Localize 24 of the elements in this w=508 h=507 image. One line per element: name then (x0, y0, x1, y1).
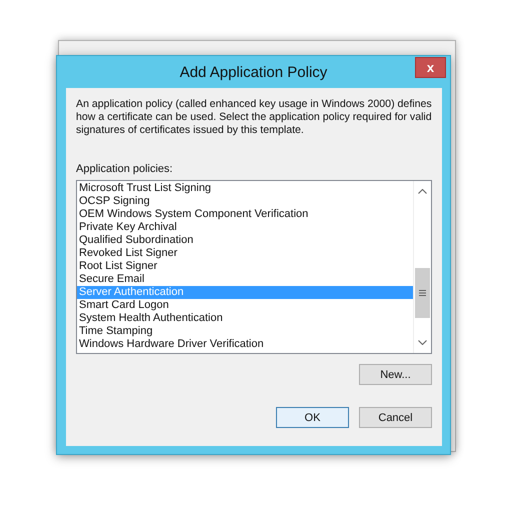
ok-button[interactable]: OK (276, 407, 349, 428)
scroll-up-icon[interactable] (418, 189, 427, 194)
scroll-thumb[interactable] (415, 268, 430, 318)
policy-item[interactable]: Windows Hardware Driver Verification (77, 338, 413, 351)
policy-item[interactable]: Root List Signer (77, 260, 413, 273)
policy-item[interactable]: Smart Card Logon (77, 299, 413, 312)
description-text: An application policy (called enhanced key usage in Windows 2000) defines how a certificate can be used. Select the application policy required for valid signatures of certificates issued by this template. (76, 98, 432, 137)
scroll-down-icon[interactable] (418, 340, 427, 345)
policy-item[interactable]: Private Key Archival (77, 221, 413, 234)
policy-item[interactable]: Qualified Subordination (77, 234, 413, 247)
list-label: Application policies: (76, 163, 174, 175)
policy-item[interactable]: Microsoft Trust List Signing (77, 182, 413, 195)
new-button[interactable]: New... (359, 364, 432, 385)
policy-item[interactable]: Revoked List Signer (77, 247, 413, 260)
cancel-button[interactable]: Cancel (359, 407, 432, 428)
policy-item[interactable]: OCSP Signing (77, 195, 413, 208)
scrollbar[interactable] (413, 181, 431, 353)
dialog-title: Add Application Policy (180, 64, 328, 80)
policy-item[interactable]: OEM Windows System Component Verification (77, 208, 413, 221)
policy-item[interactable]: Time Stamping (77, 325, 413, 338)
policy-item[interactable]: Secure Email (77, 273, 413, 286)
grip-icon (419, 290, 426, 296)
close-button[interactable]: x (415, 57, 446, 78)
policy-item[interactable]: System Health Authentication (77, 312, 413, 325)
